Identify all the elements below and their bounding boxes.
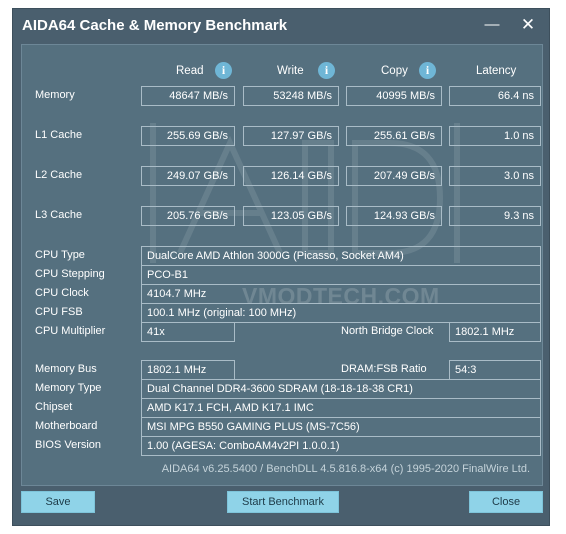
read-info-icon[interactable]: i bbox=[215, 62, 232, 79]
bios-version-value: 1.00 (AGESA: ComboAM4v2PI 1.0.0.1) bbox=[141, 436, 541, 456]
l3-write-value: 123.05 GB/s bbox=[243, 206, 339, 226]
motherboard-label: Motherboard bbox=[35, 420, 98, 432]
dram-fsb-ratio-value: 54:3 bbox=[449, 360, 541, 380]
cpu-clock-value: 4104.7 MHz bbox=[141, 284, 541, 304]
row-label-memory: Memory bbox=[35, 89, 75, 101]
cpu-fsb-label: CPU FSB bbox=[35, 306, 83, 318]
dram-fsb-ratio-label: DRAM:FSB Ratio bbox=[341, 363, 427, 375]
chipset-value: AMD K17.1 FCH, AMD K17.1 IMC bbox=[141, 398, 541, 418]
copy-info-icon[interactable]: i bbox=[419, 62, 436, 79]
cpu-fsb-value: 100.1 MHz (original: 100 MHz) bbox=[141, 303, 541, 323]
memory-read-value: 48647 MB/s bbox=[141, 86, 235, 106]
column-header-read: Read bbox=[176, 65, 204, 77]
start-benchmark-button[interactable]: Start Benchmark bbox=[227, 491, 339, 513]
l3-read-value: 205.76 GB/s bbox=[141, 206, 235, 226]
memory-latency-value: 66.4 ns bbox=[449, 86, 541, 106]
memory-write-value: 53248 MB/s bbox=[243, 86, 339, 106]
l3-latency-value: 9.3 ns bbox=[449, 206, 541, 226]
benchmark-window: AIDA64 Cache & Memory Benchmark — ✕ VMOD… bbox=[12, 8, 550, 526]
close-icon[interactable]: ✕ bbox=[515, 15, 541, 35]
cpu-clock-label: CPU Clock bbox=[35, 287, 89, 299]
column-header-copy: Copy bbox=[381, 65, 408, 77]
save-button[interactable]: Save bbox=[21, 491, 95, 513]
cpu-multiplier-label: CPU Multiplier bbox=[35, 325, 106, 337]
chipset-label: Chipset bbox=[35, 401, 73, 413]
memory-type-label: Memory Type bbox=[35, 382, 102, 394]
l2-read-value: 249.07 GB/s bbox=[141, 166, 235, 186]
l2-write-value: 126.14 GB/s bbox=[243, 166, 339, 186]
title-bar[interactable]: AIDA64 Cache & Memory Benchmark — ✕ bbox=[13, 9, 549, 43]
row-label-l1-cache: L1 Cache bbox=[35, 129, 83, 141]
l2-copy-value: 207.49 GB/s bbox=[346, 166, 442, 186]
cpu-stepping-value: PCO-B1 bbox=[141, 265, 541, 285]
l1-read-value: 255.69 GB/s bbox=[141, 126, 235, 146]
column-header-write: Write bbox=[277, 65, 304, 77]
l1-write-value: 127.97 GB/s bbox=[243, 126, 339, 146]
l2-latency-value: 3.0 ns bbox=[449, 166, 541, 186]
benchmark-panel: VMODTECH.COM Read i Write i Copy i Laten… bbox=[21, 44, 543, 486]
memory-copy-value: 40995 MB/s bbox=[346, 86, 442, 106]
memory-bus-value: 1802.1 MHz bbox=[141, 360, 235, 380]
column-header-latency: Latency bbox=[476, 65, 517, 77]
close-button[interactable]: Close bbox=[469, 491, 543, 513]
l1-copy-value: 255.61 GB/s bbox=[346, 126, 442, 146]
cpu-type-value: DualCore AMD Athlon 3000G (Picasso, Sock… bbox=[141, 246, 541, 266]
write-info-icon[interactable]: i bbox=[318, 62, 335, 79]
minimize-icon[interactable]: — bbox=[479, 15, 505, 35]
memory-type-value: Dual Channel DDR4-3600 SDRAM (18-18-18-3… bbox=[141, 379, 541, 399]
version-copyright-text: AIDA64 v6.25.5400 / BenchDLL 4.5.816.8-x… bbox=[161, 463, 530, 475]
cpu-type-label: CPU Type bbox=[35, 249, 85, 261]
cpu-stepping-label: CPU Stepping bbox=[35, 268, 105, 280]
north-bridge-clock-value: 1802.1 MHz bbox=[449, 322, 541, 342]
bios-version-label: BIOS Version bbox=[35, 439, 102, 451]
row-label-l2-cache: L2 Cache bbox=[35, 169, 83, 181]
north-bridge-clock-label: North Bridge Clock bbox=[341, 325, 434, 337]
row-label-l3-cache: L3 Cache bbox=[35, 209, 83, 221]
memory-bus-label: Memory Bus bbox=[35, 363, 97, 375]
window-title: AIDA64 Cache & Memory Benchmark bbox=[22, 17, 288, 34]
motherboard-value: MSI MPG B550 GAMING PLUS (MS-7C56) bbox=[141, 417, 541, 437]
l3-copy-value: 124.93 GB/s bbox=[346, 206, 442, 226]
l1-latency-value: 1.0 ns bbox=[449, 126, 541, 146]
cpu-multiplier-value: 41x bbox=[141, 322, 235, 342]
